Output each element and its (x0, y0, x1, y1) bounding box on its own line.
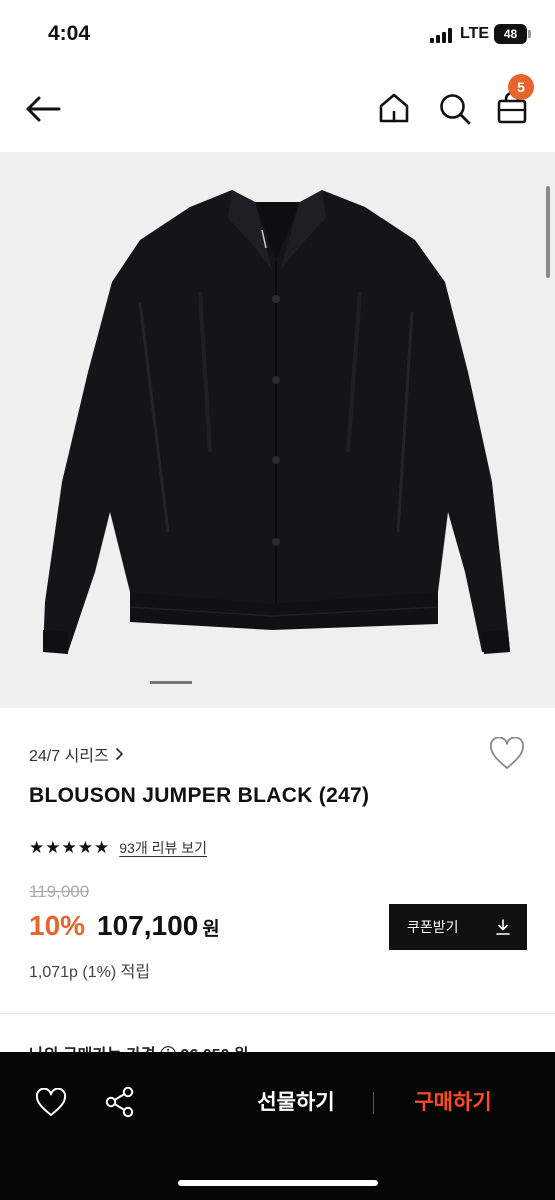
rating-stars: ★ ★ ★ ★ ★ (29, 838, 109, 858)
image-scrollbar[interactable] (546, 186, 550, 278)
network-label: LTE (460, 25, 490, 42)
status-bar: 4:04 LTE 48 (0, 0, 555, 68)
bottom-action-bar: 선물하기 구매하기 (0, 1052, 555, 1200)
back-button[interactable] (22, 90, 64, 128)
series-link[interactable]: 24/7 시리즈 (29, 742, 124, 766)
home-button[interactable] (374, 88, 414, 128)
share-button[interactable] (102, 1082, 138, 1122)
carousel-indicator (150, 681, 192, 684)
chevron-right-icon (115, 748, 123, 760)
product-title: BLOUSON JUMPER BLACK (247) (29, 784, 370, 807)
heart-icon (35, 1088, 67, 1116)
review-link[interactable]: 93개 리뷰 보기 (119, 838, 207, 858)
series-label: 24/7 시리즈 (29, 748, 109, 765)
status-time: 4:04 (48, 22, 91, 45)
signal-icon (430, 28, 454, 43)
battery-icon: 48 (494, 24, 527, 44)
price-row: 10% 107,100 원 (29, 910, 220, 942)
cart-count-badge: 5 (508, 74, 534, 100)
search-button[interactable] (434, 88, 476, 130)
gift-button[interactable]: 선물하기 (240, 1086, 352, 1120)
star-icon: ★ (77, 838, 93, 857)
share-icon (105, 1086, 134, 1118)
product-image[interactable] (0, 152, 555, 708)
original-price: 119,000 (29, 882, 90, 901)
coupon-button-label: 쿠폰받기 (407, 919, 459, 935)
download-icon (496, 919, 510, 935)
home-icon (379, 93, 409, 123)
section-divider (0, 1013, 555, 1014)
currency-label: 원 (202, 919, 220, 940)
back-arrow-icon (26, 96, 61, 122)
rating-row: ★ ★ ★ ★ ★ 93개 리뷰 보기 (29, 838, 207, 858)
points-info: 1,071p (1%) 적립 (29, 964, 151, 981)
button-separator (373, 1092, 374, 1114)
buy-button[interactable]: 구매하기 (398, 1086, 508, 1120)
home-indicator[interactable] (178, 1180, 378, 1186)
star-icon: ★ (61, 838, 77, 857)
star-icon: ★ (94, 838, 110, 857)
bottom-wishlist-button[interactable] (32, 1084, 70, 1122)
sale-price: 107,100 (97, 910, 199, 941)
wishlist-button[interactable] (486, 734, 528, 774)
coupon-button[interactable]: 쿠폰받기 (389, 904, 527, 950)
heart-icon (490, 737, 524, 769)
discount-rate: 10% (29, 910, 86, 941)
top-nav (0, 68, 555, 152)
battery-tip (528, 30, 531, 38)
star-icon: ★ (29, 838, 45, 857)
jacket-image (43, 190, 510, 654)
star-icon: ★ (45, 838, 61, 857)
search-icon (440, 94, 471, 125)
